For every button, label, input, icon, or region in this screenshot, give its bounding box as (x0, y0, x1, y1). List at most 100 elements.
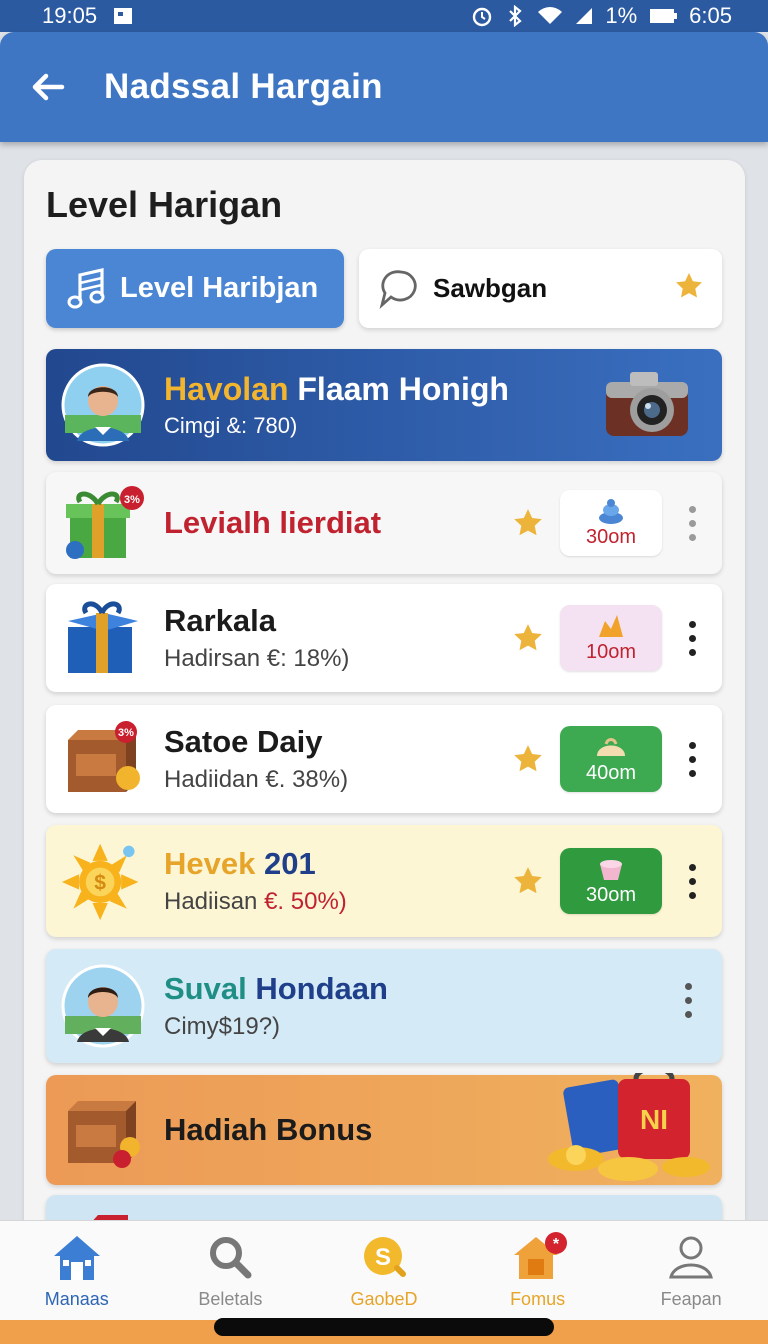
level-panel: Level Harigan Level Haribjan Sawbgan Hav… (24, 160, 745, 1240)
tab-level[interactable]: Level Haribjan (46, 249, 344, 328)
blue-cake-icon (596, 498, 626, 526)
item-subtitle: Hadiisan €. 50%) (164, 888, 510, 916)
reward-value: 10om (585, 640, 637, 663)
page-title: Nadssal Hargain (104, 67, 383, 106)
search-icon (207, 1231, 253, 1283)
reward-pill[interactable]: 30om (560, 490, 662, 556)
svg-text:NI: NI (640, 1104, 668, 1135)
more-options-button[interactable] (676, 983, 700, 1018)
nav-store[interactable]: * Fomus (468, 1231, 608, 1310)
list-item-suval[interactable]: Suval Hondaan Cimy$19?) (46, 949, 722, 1063)
tab-sawbgan[interactable]: Sawbgan (359, 249, 722, 328)
nav-home[interactable]: Manaas (7, 1231, 147, 1310)
tab-level-label: Level Haribjan (120, 272, 319, 304)
item-title-rest: Hondaan (246, 971, 388, 1007)
list-item-bonus[interactable]: Hadiah Bonus NI (46, 1065, 722, 1188)
home-indicator[interactable] (214, 1318, 554, 1336)
alarm-icon (473, 7, 492, 27)
battery-icon (650, 9, 678, 23)
list-item-hevek[interactable]: $ Hevek 201 Hadiisan €. 50%) 30om (46, 825, 722, 937)
svg-text:*: * (552, 1236, 559, 1253)
item-title-highlight: Hevek (164, 846, 256, 882)
tab-sawbgan-label: Sawbgan (433, 273, 548, 303)
reward-pill[interactable]: 10om (560, 605, 662, 671)
featured-name-highlight: Havolan (164, 370, 289, 407)
signal-icon (576, 8, 593, 24)
item-title: Hadiah Bonus (164, 1112, 373, 1148)
back-button[interactable] (22, 61, 74, 113)
item-title: Suval Hondaan (164, 971, 676, 1007)
more-options-button[interactable] (680, 741, 704, 777)
status-time: 19:05 (42, 3, 98, 28)
more-options-button[interactable] (680, 863, 704, 899)
list-item-rarkala[interactable]: Rarkala Hadirsan €: 18%) 10om (46, 584, 722, 692)
item-title: Rarkala (164, 603, 277, 639)
featured-player-row[interactable]: Havolan Flaam Honigh Cimgi &: 780) (46, 349, 722, 461)
sun-coin-icon: $ (60, 838, 146, 924)
player-avatar (60, 963, 146, 1049)
star-icon (510, 863, 546, 899)
crate-badge: 3% (118, 727, 134, 739)
app-bar: Nadssal Hargain (0, 32, 768, 142)
wifi-icon (538, 7, 563, 24)
status-clock: 6:05 (689, 3, 732, 28)
section-title: Level Harigan (46, 184, 283, 225)
orange-fruit-icon (595, 613, 627, 641)
back-arrow-icon (32, 73, 65, 101)
coin-icon: S (361, 1231, 407, 1283)
item-subtitle-prefix: Hadiisan (164, 887, 265, 915)
nav-profile[interactable]: Feapan (621, 1231, 761, 1310)
star-icon (510, 620, 546, 656)
item-title: Levialh lierdiat (164, 505, 382, 541)
nav-coin-label: GaobeD (350, 1289, 418, 1309)
camera-icon (602, 366, 692, 445)
pink-cup-icon (596, 856, 626, 884)
crate-icon: 3% (60, 716, 146, 802)
nav-profile-label: Feapan (660, 1289, 722, 1309)
svg-text:S: S (375, 1244, 391, 1271)
gift-badge: 3% (124, 494, 140, 506)
nav-search-label: Beletals (198, 1289, 263, 1309)
gift-box-icon: 3% (60, 480, 146, 566)
featured-name: Havolan Flaam Honigh (164, 371, 602, 408)
reward-value: 30om (585, 525, 637, 548)
chat-bubble-icon (377, 267, 421, 311)
dumpling-icon (594, 734, 628, 762)
reward-value: 40om (585, 761, 637, 784)
reward-pill[interactable]: 30om (560, 848, 662, 914)
house-icon (51, 1231, 103, 1283)
battery-percent: 1% (605, 3, 638, 28)
item-title-highlight: Suval (164, 971, 247, 1007)
item-subtitle-value: €. 50%) (264, 887, 347, 915)
bonus-bags-icon: NI (536, 1065, 716, 1188)
status-bar: 19:05 1% 6:05 (0, 0, 768, 32)
item-title: Hevek 201 (164, 846, 510, 882)
nav-search[interactable]: Beletals (160, 1231, 300, 1310)
star-icon (510, 505, 546, 541)
nav-coin[interactable]: S GaobeD (314, 1231, 454, 1310)
more-options-button[interactable] (680, 620, 704, 656)
featured-subtitle: Cimgi &: 780) (164, 413, 298, 439)
item-title-rest: 201 (255, 846, 316, 882)
player-avatar (60, 362, 146, 448)
list-item-gift[interactable]: 3% Levialh lierdiat 30om (46, 472, 722, 574)
notification-icon (114, 8, 133, 24)
profile-icon (667, 1231, 715, 1283)
item-subtitle: Cimy$19?) (164, 1012, 281, 1040)
svg-text:$: $ (94, 872, 106, 895)
bluetooth-icon (509, 5, 523, 27)
featured-name-rest: Flaam Honigh (288, 370, 509, 407)
store-icon: * (508, 1231, 568, 1283)
reward-value: 30om (585, 883, 637, 906)
star-icon (674, 271, 704, 306)
nav-home-label: Manaas (44, 1289, 109, 1309)
item-subtitle: Hadirsan €: 18%) (164, 644, 350, 672)
more-options-button[interactable] (680, 505, 704, 541)
item-title: Satoe Daiy (164, 724, 323, 760)
reward-pill[interactable]: 40om (560, 726, 662, 792)
list-item-satoe[interactable]: 3% Satoe Daiy Hadiidan €. 38%) 40om (46, 705, 722, 813)
blue-gift-icon (60, 595, 146, 681)
bottom-navigation: Manaas Beletals S GaobeD * Fomus Feapan (0, 1220, 768, 1320)
bonus-crate-icon (60, 1087, 146, 1173)
nav-store-label: Fomus (510, 1289, 566, 1309)
